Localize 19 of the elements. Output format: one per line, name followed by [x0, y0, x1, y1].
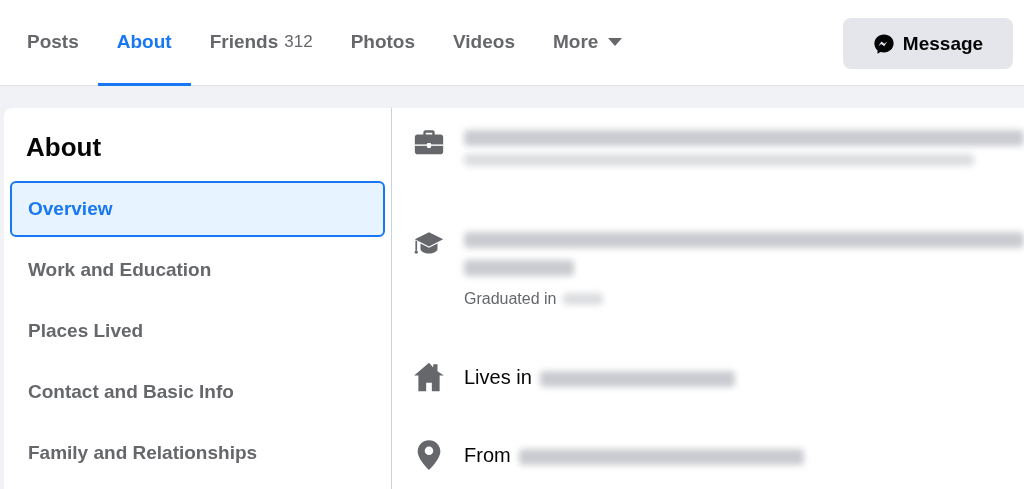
profile-tab[interactable]: Posts [8, 0, 98, 86]
profile-tab[interactable]: Photos [331, 0, 434, 86]
about-menu-item[interactable]: Overview [10, 181, 385, 237]
message-button[interactable]: Message [843, 18, 1013, 69]
graduation-label: Graduated in [464, 290, 557, 308]
info-label: From [464, 443, 511, 467]
about-menu-item[interactable]: Family and Relationships [10, 425, 385, 481]
profile-tab[interactable]: Friends 312 [190, 0, 332, 86]
profile-tab[interactable]: Videos [434, 0, 534, 86]
about-menu-item[interactable]: Work and Education [10, 242, 385, 298]
messenger-icon [872, 32, 895, 55]
blurred-text [562, 293, 603, 305]
about-menu-item[interactable]: Places Lived [10, 303, 385, 359]
profile-tab[interactable]: About [97, 0, 191, 86]
section-heading: About [25, 132, 103, 164]
about-menu-item[interactable]: Contact and Basic Info [10, 364, 385, 420]
house-icon [412, 360, 446, 394]
info-label: Lives in [464, 365, 532, 389]
profile-tab[interactable]: More [534, 0, 642, 86]
